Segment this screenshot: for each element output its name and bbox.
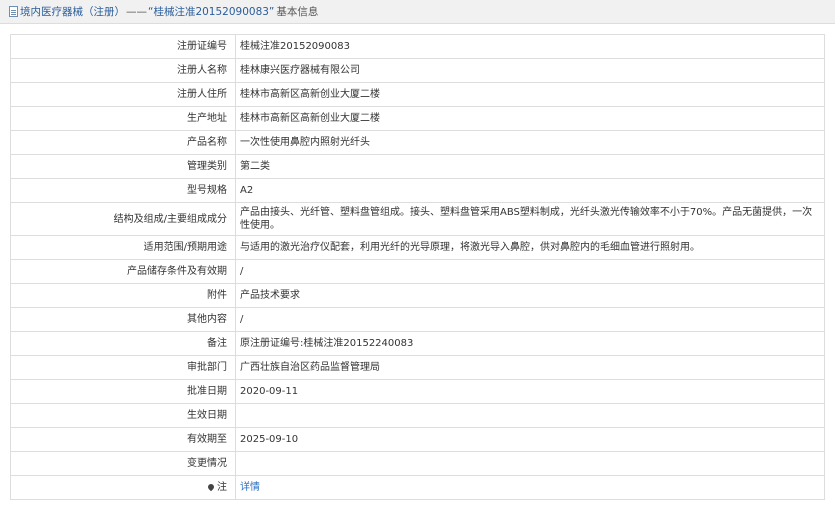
note-value: 详情 [235, 475, 825, 500]
row-value: 第二类 [235, 154, 825, 179]
row-label: 附件 [10, 283, 236, 308]
table-row: 管理类别 第二类 [10, 154, 825, 179]
row-value: 2025-09-10 [235, 427, 825, 452]
row-label: 变更情况 [10, 451, 236, 476]
row-value [235, 451, 825, 476]
row-value: 桂林市高新区高新创业大厦二楼 [235, 106, 825, 131]
header-suffix: 基本信息 [276, 6, 319, 18]
note-label: 注 [217, 482, 227, 493]
table-row: 有效期至 2025-09-10 [10, 427, 825, 452]
row-label: 注册证编号 [10, 34, 236, 59]
row-label: 型号规格 [10, 178, 236, 203]
row-label: 其他内容 [10, 307, 236, 332]
table-row: 生产地址 桂林市高新区高新创业大厦二楼 [10, 106, 825, 131]
table-row: 生效日期 [10, 403, 825, 428]
row-value: / [235, 259, 825, 284]
row-label: 有效期至 [10, 427, 236, 452]
table-row: 注册人名称 桂林康兴医疗器械有限公司 [10, 58, 825, 83]
row-label: 生产地址 [10, 106, 236, 131]
row-label: 注册人名称 [10, 58, 236, 83]
row-label: 生效日期 [10, 403, 236, 428]
table-row: 附件 产品技术要求 [10, 283, 825, 308]
row-label: 备注 [10, 331, 236, 356]
row-value: / [235, 307, 825, 332]
row-label: 产品储存条件及有效期 [10, 259, 236, 284]
info-table: 注册证编号 桂械注准20152090083 注册人名称 桂林康兴医疗器械有限公司… [10, 34, 825, 500]
row-label: 注册人住所 [10, 82, 236, 107]
row-value: 与适用的激光治疗仪配套，利用光纤的光导原理，将激光导入鼻腔，供对鼻腔内的毛细血管… [235, 235, 825, 260]
row-value: 桂械注准20152090083 [235, 34, 825, 59]
row-value: 广西壮族自治区药品监督管理局 [235, 355, 825, 380]
row-label: 管理类别 [10, 154, 236, 179]
table-row: 型号规格 A2 [10, 178, 825, 203]
row-value: 一次性使用鼻腔内照射光纤头 [235, 130, 825, 155]
document-icon [9, 6, 18, 17]
row-value: 桂林市高新区高新创业大厦二楼 [235, 82, 825, 107]
row-value-text: 产品由接头、光纤管、塑料盘管组成。接头、塑料盘管采用ABS塑料制成，光纤头激光传… [240, 207, 813, 231]
row-label: 审批部门 [10, 355, 236, 380]
table-row: 产品储存条件及有效期 / [10, 259, 825, 284]
table-row: 批准日期 2020-09-11 [10, 379, 825, 404]
table-row: 变更情况 [10, 451, 825, 476]
row-value: 2020-09-11 [235, 379, 825, 404]
detail-link[interactable]: 详情 [240, 482, 260, 493]
table-row: 注册证编号 桂械注准20152090083 [10, 34, 825, 59]
table-row: 结构及组成/主要组成成分 产品由接头、光纤管、塑料盘管组成。接头、塑料盘管采用A… [10, 202, 825, 236]
header-title: “桂械注准20152090083” [148, 6, 275, 18]
row-value: 产品由接头、光纤管、塑料盘管组成。接头、塑料盘管采用ABS塑料制成，光纤头激光传… [235, 202, 825, 236]
table-row: 备注 原注册证编号:桂械注准20152240083 [10, 331, 825, 356]
header-separator: —— [126, 5, 147, 18]
pin-icon [206, 482, 216, 492]
row-value: 原注册证编号:桂械注准20152240083 [235, 331, 825, 356]
row-label: 适用范围/预期用途 [10, 235, 236, 260]
row-value: 产品技术要求 [235, 283, 825, 308]
row-label: 产品名称 [10, 130, 236, 155]
note-label-cell: 注 [10, 475, 236, 500]
note-row: 注 详情 [10, 475, 825, 500]
row-value: 桂林康兴医疗器械有限公司 [235, 58, 825, 83]
header-category: 境内医疗器械（注册） [20, 6, 125, 18]
row-value [235, 403, 825, 428]
table-row: 注册人住所 桂林市高新区高新创业大厦二楼 [10, 82, 825, 107]
row-label: 批准日期 [10, 379, 236, 404]
row-label: 结构及组成/主要组成成分 [10, 202, 236, 236]
table-row: 产品名称 一次性使用鼻腔内照射光纤头 [10, 130, 825, 155]
page-header: 境内医疗器械（注册） —— “桂械注准20152090083” 基本信息 [0, 0, 835, 24]
row-value: A2 [235, 178, 825, 203]
table-row: 其他内容 / [10, 307, 825, 332]
table-row: 审批部门 广西壮族自治区药品监督管理局 [10, 355, 825, 380]
table-row: 适用范围/预期用途 与适用的激光治疗仪配套，利用光纤的光导原理，将激光导入鼻腔，… [10, 235, 825, 260]
